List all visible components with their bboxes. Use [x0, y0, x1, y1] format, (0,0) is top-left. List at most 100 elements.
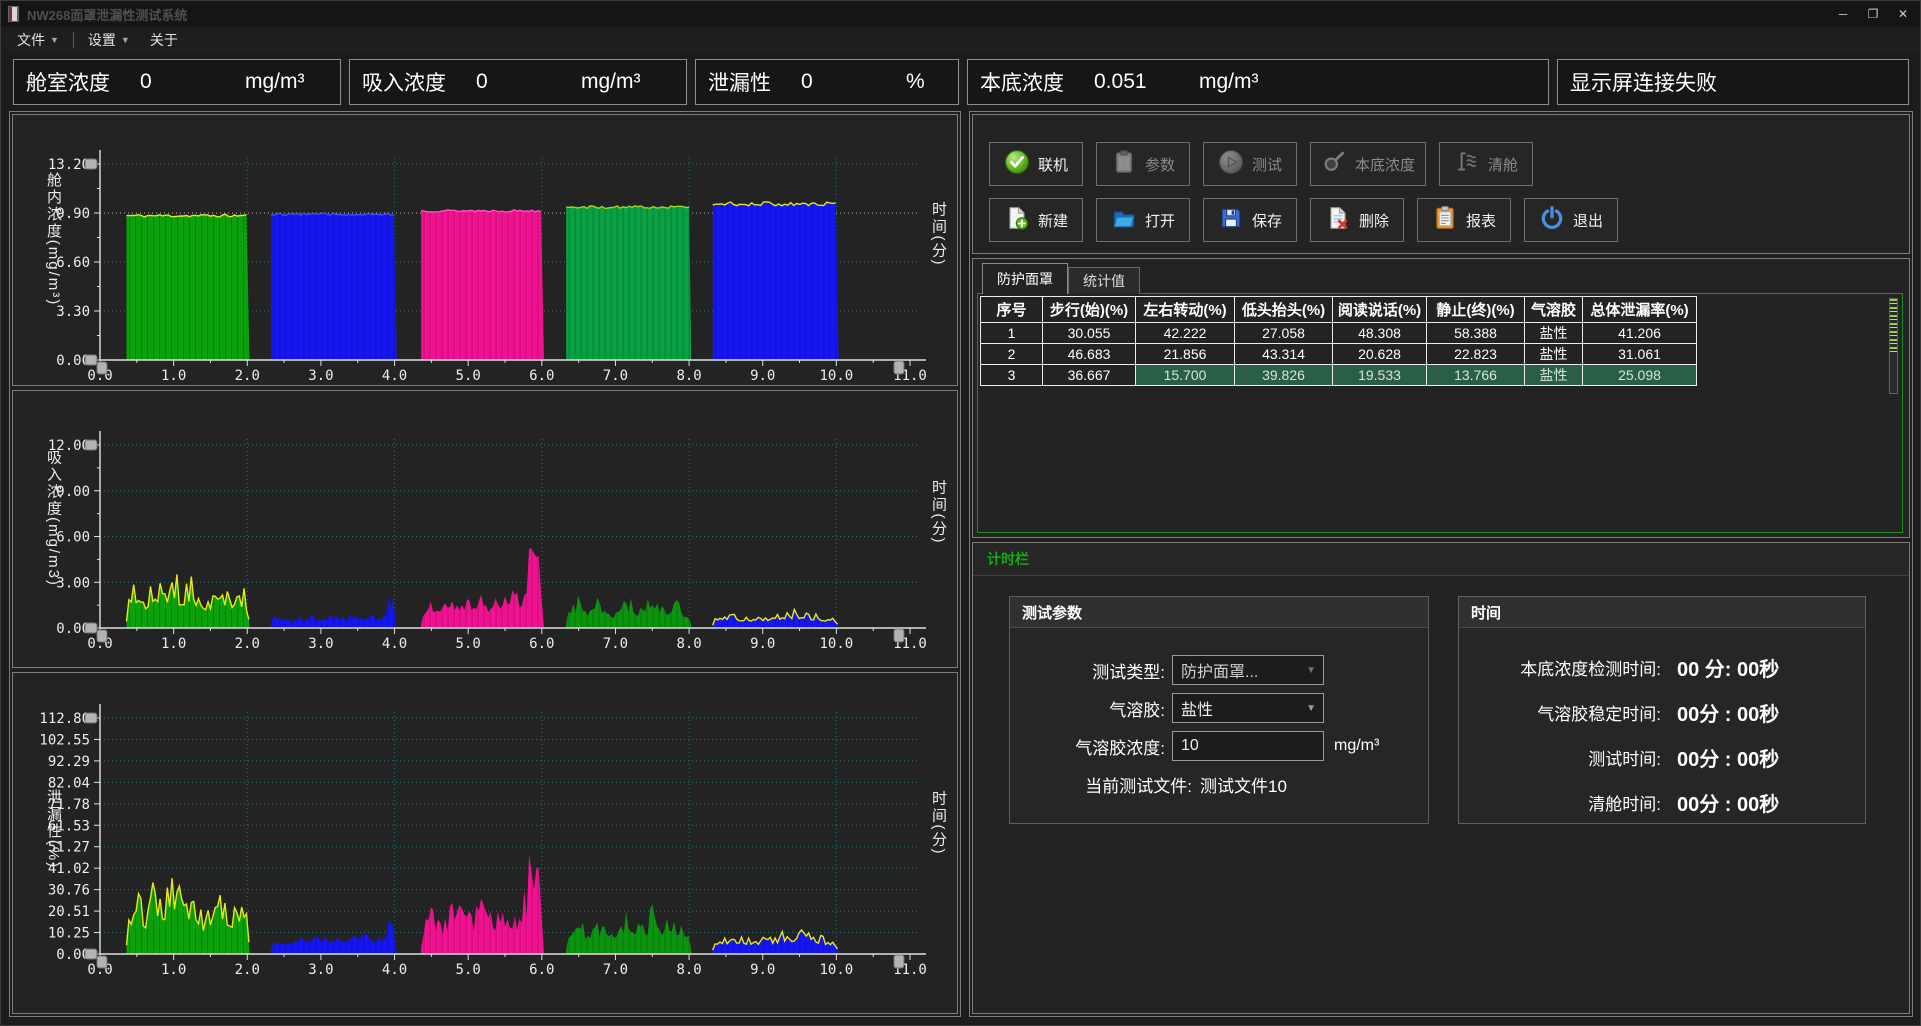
axis-scroll-thumb[interactable] [85, 623, 97, 633]
table-row[interactable]: 246.68321.85643.31420.62822.823盐性31.061 [981, 344, 1697, 365]
close-icon[interactable]: ✕ [1888, 1, 1918, 27]
column-header: 阅读说话(%) [1333, 297, 1427, 323]
axis-scroll-thumb[interactable] [894, 955, 904, 968]
minimize-icon[interactable]: ─ [1828, 1, 1858, 27]
axis-scroll-thumb[interactable] [85, 713, 97, 723]
time-value: 00 分: 00秒 [1677, 653, 1779, 682]
table-cell: 27.058 [1235, 323, 1333, 344]
time-row-4: 清舱时间:00分 : 00秒 [1471, 785, 1851, 819]
axis-scroll-thumb[interactable] [97, 956, 107, 968]
退出-button[interactable]: 退出 [1524, 198, 1618, 242]
maximize-icon[interactable]: ❐ [1858, 1, 1888, 27]
axis-scroll-thumb[interactable] [85, 355, 97, 365]
打开-button[interactable]: 打开 [1096, 198, 1190, 242]
table-cell: 盐性 [1525, 365, 1583, 386]
aerosol-concentration-input[interactable]: 10 [1172, 731, 1324, 761]
axis-scroll-thumb[interactable] [97, 630, 107, 642]
tab-统计值[interactable]: 统计值 [1068, 267, 1140, 294]
button-label: 本底浓度 [1355, 154, 1415, 175]
保存-button[interactable]: 保存 [1203, 198, 1297, 242]
svg-text:8.0: 8.0 [676, 962, 701, 978]
svg-text:9.0: 9.0 [750, 368, 775, 384]
table-scrollbar[interactable] [1889, 298, 1898, 394]
table-cell: 25.098 [1583, 365, 1697, 386]
axis-scroll-thumb[interactable] [894, 361, 904, 374]
delete-file-icon [1325, 205, 1351, 235]
chart-time-axis-label: 时间(分) [928, 790, 949, 855]
tab-防护面罩[interactable]: 防护面罩 [982, 263, 1068, 294]
table-cell: 31.061 [1583, 344, 1697, 365]
参数-button[interactable]: ?参数 [1096, 142, 1190, 186]
svg-text:9.0: 9.0 [750, 962, 775, 978]
table-cell: 盐性 [1525, 344, 1583, 365]
本底浓度-button[interactable]: 本底浓度 [1310, 142, 1426, 186]
menu-item-文件[interactable]: 文件▼ [7, 27, 69, 53]
timer-section-title: 计时栏 [973, 543, 1909, 576]
time-group: 时间 本底浓度检测时间:00 分: 00秒气溶胶稳定时间:00分 : 00秒测试… [1458, 596, 1866, 824]
axis-scroll-thumb[interactable] [85, 949, 97, 959]
button-label: 退出 [1573, 210, 1603, 231]
table-cell: 36.667 [1043, 365, 1136, 386]
app-window: NW268面罩泄漏性测试系统 ─ ❐ ✕ 文件▼设置▼关于 舱室浓度0mg/m³… [0, 0, 1921, 1026]
menu-item-设置[interactable]: 设置▼ [78, 27, 140, 53]
svg-text:5.0: 5.0 [456, 962, 481, 978]
svg-text:8.0: 8.0 [676, 368, 701, 384]
aerosol-select[interactable]: 盐性 ▼ [1172, 693, 1324, 723]
axis-scroll-thumb[interactable] [85, 440, 97, 450]
svg-text:3.0: 3.0 [308, 368, 333, 384]
svg-text:3.0: 3.0 [308, 962, 333, 978]
menu-item-关于[interactable]: 关于 [140, 27, 188, 53]
button-label: 新建 [1038, 210, 1068, 231]
time-value: 00分 : 00秒 [1677, 788, 1779, 817]
status-readout-2: 吸入浓度0mg/m³ [349, 59, 687, 105]
results-table: 序号步行(始)(%)左右转动(%)低头抬头(%)阅读说话(%)静止(终)(%)气… [980, 296, 1697, 386]
chart-y-axis-label: 吸入浓度(mg/m3) [43, 449, 64, 587]
新建-button[interactable]: 新建 [989, 198, 1083, 242]
time-value: 00分 : 00秒 [1677, 698, 1779, 727]
readout-unit: mg/m³ [581, 70, 641, 94]
inhale-concentration-chart: 0.003.006.009.0012.000.01.02.03.04.05.06… [12, 390, 958, 668]
报表-button[interactable]: 报表 [1417, 198, 1511, 242]
测试-button[interactable]: 测试 [1203, 142, 1297, 186]
svg-text:6.0: 6.0 [529, 368, 554, 384]
readout-value: 0 [801, 70, 906, 94]
save-icon [1218, 205, 1244, 235]
chevron-down-icon: ▼ [1306, 665, 1316, 676]
删除-button[interactable]: 删除 [1310, 198, 1404, 242]
清舱-button[interactable]: 清舱 [1439, 142, 1533, 186]
concentration-unit: mg/m³ [1334, 737, 1379, 755]
test-type-select[interactable]: 防护面罩... ▼ [1172, 655, 1324, 685]
联机-button[interactable]: 联机 [989, 142, 1083, 186]
chamber-concentration-chart: 0.003.306.609.9013.200.01.02.03.04.05.06… [12, 114, 958, 386]
readout-unit: mg/m³ [1199, 70, 1259, 94]
status-readout-bar: 舱室浓度0mg/m³吸入浓度0mg/m³泄漏性0%本底浓度0.051mg/m³显… [1, 59, 1920, 105]
table-row[interactable]: 336.66715.70039.82619.53313.766盐性25.098 [981, 365, 1697, 386]
status-message: 显示屏连接失败 [1570, 67, 1717, 97]
svg-text:13.20: 13.20 [48, 157, 90, 173]
table-cell: 13.766 [1427, 365, 1525, 386]
table-cell: 41.206 [1583, 323, 1697, 344]
readout-unit: % [906, 70, 925, 94]
aerosol-label: 气溶胶: [1020, 696, 1165, 721]
window-controls: ─ ❐ ✕ [1828, 1, 1918, 27]
readout-label: 舱室浓度 [26, 67, 110, 97]
column-header: 左右转动(%) [1136, 297, 1235, 323]
open-folder-icon [1111, 205, 1137, 235]
svg-text:7.0: 7.0 [603, 368, 628, 384]
table-row[interactable]: 130.05542.22227.05848.30858.388盐性41.206 [981, 323, 1697, 344]
svg-text:?: ? [1119, 153, 1128, 171]
chart-time-axis-label: 时间(分) [928, 480, 949, 545]
aerosol-concentration-label: 气溶胶浓度: [1020, 734, 1165, 759]
column-header: 总体泄漏率(%) [1583, 297, 1697, 323]
axis-scroll-thumb[interactable] [894, 629, 904, 642]
svg-text:7.0: 7.0 [603, 962, 628, 978]
table-cell: 39.826 [1235, 365, 1333, 386]
app-icon [8, 6, 19, 22]
axis-scroll-thumb[interactable] [97, 362, 107, 374]
table-cell: 48.308 [1333, 323, 1427, 344]
time-label: 气溶胶稳定时间: [1471, 700, 1661, 725]
column-header: 气溶胶 [1525, 297, 1583, 323]
axis-scroll-thumb[interactable] [85, 159, 97, 169]
svg-text:5.0: 5.0 [456, 636, 481, 652]
svg-text:4.0: 4.0 [382, 962, 407, 978]
